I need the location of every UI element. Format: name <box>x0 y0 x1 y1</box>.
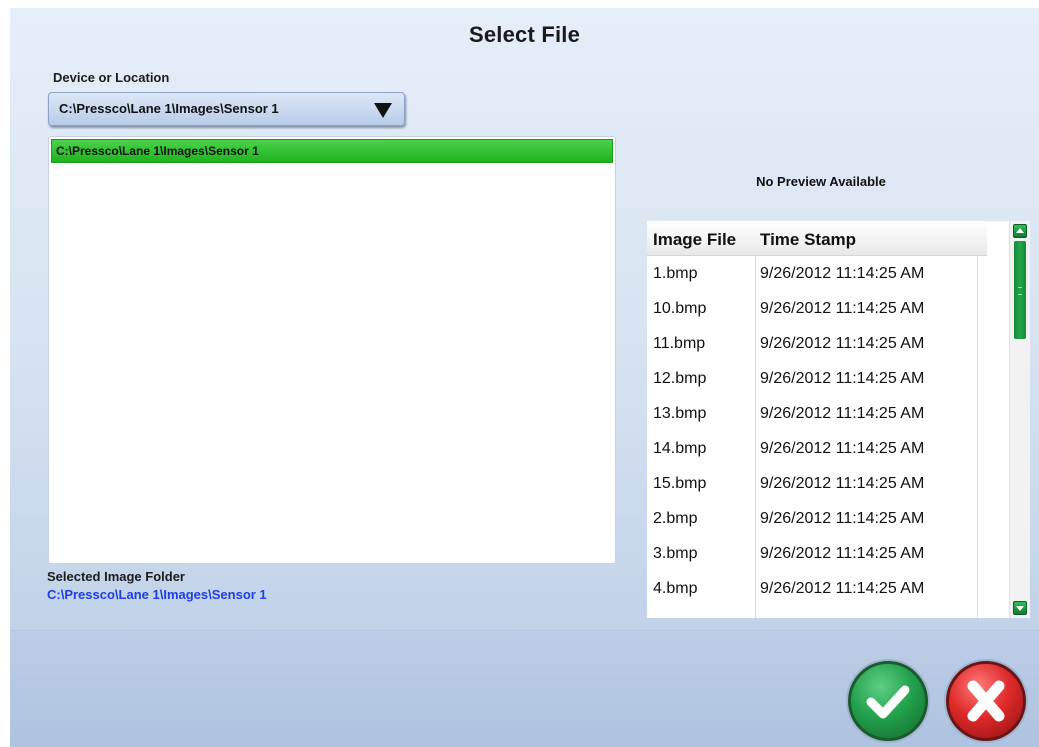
selected-folder-label: Selected Image Folder <box>47 569 185 584</box>
file-timestamp: 9/26/2012 11:14:25 AM <box>760 510 925 527</box>
file-name: 14.bmp <box>653 440 707 457</box>
column-header-image-file[interactable]: Image File <box>653 230 736 250</box>
file-row[interactable]: 4.bmp 9/26/2012 11:14:25 AM <box>647 571 987 606</box>
file-name: 2.bmp <box>653 510 698 527</box>
file-timestamp: 9/26/2012 11:14:25 AM <box>760 580 925 597</box>
file-name: 1.bmp <box>653 265 698 282</box>
checkmark-icon <box>866 685 910 719</box>
folder-tree-item[interactable]: C:\Pressco\Lane 1\Images\Sensor 1 <box>51 139 613 163</box>
device-location-dropdown[interactable]: C:\Pressco\Lane 1\Images\Sensor 1 <box>48 92 405 126</box>
file-name: 12.bmp <box>653 370 707 387</box>
select-file-dialog: Select File Device or Location C:\Pressc… <box>10 8 1039 747</box>
chevron-down-icon <box>374 103 392 118</box>
file-row[interactable]: 3.bmp 9/26/2012 11:14:25 AM <box>647 536 987 571</box>
file-row[interactable]: 11.bmp 9/26/2012 11:14:25 AM <box>647 326 987 361</box>
file-name: 13.bmp <box>653 405 707 422</box>
chevron-up-icon <box>1016 228 1024 233</box>
file-name: 3.bmp <box>653 545 698 562</box>
image-file-list[interactable]: Image File Time Stamp 1.bmp 9/26/2012 11… <box>647 221 1030 618</box>
chevron-down-icon <box>1016 606 1024 611</box>
file-list-header: Image File Time Stamp <box>647 221 987 256</box>
file-timestamp: 9/26/2012 11:14:25 AM <box>760 475 925 492</box>
selected-folder-path: C:\Pressco\Lane 1\Images\Sensor 1 <box>47 587 267 602</box>
file-name: 4.bmp <box>653 580 698 597</box>
file-row[interactable]: 12.bmp 9/26/2012 11:14:25 AM <box>647 361 987 396</box>
scroll-up-button[interactable] <box>1013 224 1027 238</box>
scrollbar-thumb[interactable] <box>1014 241 1026 339</box>
file-timestamp: 9/26/2012 11:14:25 AM <box>760 545 925 562</box>
file-timestamp: 9/26/2012 11:14:25 AM <box>760 265 925 282</box>
column-header-time-stamp[interactable]: Time Stamp <box>760 230 856 250</box>
file-row[interactable]: 15.bmp 9/26/2012 11:14:25 AM <box>647 466 987 501</box>
device-location-value: C:\Pressco\Lane 1\Images\Sensor 1 <box>59 101 279 116</box>
dialog-title: Select File <box>468 22 581 47</box>
file-row[interactable]: 13.bmp 9/26/2012 11:14:25 AM <box>647 396 987 431</box>
ok-button[interactable] <box>848 661 928 741</box>
file-timestamp: 9/26/2012 11:14:25 AM <box>760 405 925 422</box>
folder-tree[interactable]: C:\Pressco\Lane 1\Images\Sensor 1 <box>48 136 616 564</box>
file-row[interactable]: 10.bmp 9/26/2012 11:14:25 AM <box>647 291 987 326</box>
device-location-label: Device or Location <box>53 70 170 85</box>
file-name: 11.bmp <box>653 335 706 352</box>
file-timestamp: 9/26/2012 11:14:25 AM <box>760 300 925 317</box>
file-name: 15.bmp <box>653 475 707 492</box>
scroll-down-button[interactable] <box>1013 601 1027 615</box>
file-timestamp: 9/26/2012 11:14:25 AM <box>760 370 925 387</box>
file-row[interactable]: 2.bmp 9/26/2012 11:14:25 AM <box>647 501 987 536</box>
file-row[interactable]: 1.bmp 9/26/2012 11:14:25 AM <box>647 256 987 291</box>
file-timestamp: 9/26/2012 11:14:25 AM <box>760 440 925 457</box>
grip-icon <box>1018 287 1022 295</box>
file-row[interactable]: 14.bmp 9/26/2012 11:14:25 AM <box>647 431 987 466</box>
file-list-scrollbar[interactable] <box>1009 221 1030 618</box>
cancel-button[interactable] <box>946 661 1026 741</box>
preview-status: No Preview Available <box>756 174 886 189</box>
x-icon <box>967 680 1005 722</box>
file-name: 10.bmp <box>653 300 707 317</box>
file-timestamp: 9/26/2012 11:14:25 AM <box>760 335 925 352</box>
